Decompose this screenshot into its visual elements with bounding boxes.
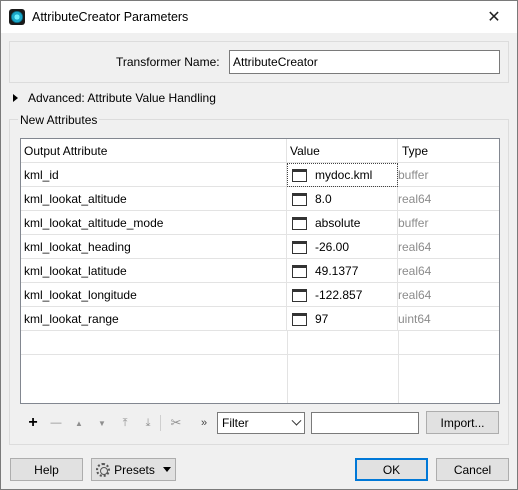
close-icon[interactable]: ✕ xyxy=(471,1,517,33)
move-down-button[interactable]: ▼ xyxy=(94,413,110,433)
move-up-button[interactable]: ▲ xyxy=(71,413,87,433)
transformer-name-input[interactable] xyxy=(229,50,500,74)
value-editor-icon[interactable] xyxy=(292,216,307,230)
column-header-value[interactable]: Value xyxy=(287,139,398,163)
attribute-value-text: -26.00 xyxy=(315,240,350,254)
fme-app-icon xyxy=(9,9,25,25)
table-header: Output Attribute Value Type xyxy=(21,139,499,163)
attribute-name-cell[interactable]: kml_lookat_altitude_mode xyxy=(21,211,287,235)
attribute-type-cell[interactable]: real64 xyxy=(398,235,499,259)
value-editor-icon[interactable] xyxy=(292,192,307,206)
attribute-type-cell[interactable]: uint64 xyxy=(398,307,499,331)
value-editor-icon[interactable] xyxy=(292,312,307,326)
move-bottom-button[interactable]: ⤓ xyxy=(140,413,156,433)
table-row[interactable]: kml_lookat_range 97 uint64 xyxy=(21,307,499,331)
table-row-empty[interactable] xyxy=(21,331,499,355)
title-bar: AttributeCreator Parameters ✕ xyxy=(1,1,517,33)
attributes-table: Output Attribute Value Type kml_id mydoc.… xyxy=(20,138,500,404)
window-title: AttributeCreator Parameters xyxy=(32,10,189,24)
attribute-value-cell[interactable]: 49.1377 xyxy=(287,259,398,283)
attribute-value-text: 97 xyxy=(315,312,329,326)
attribute-value-cell[interactable]: -26.00 xyxy=(287,235,398,259)
transformer-name-label: Transformer Name: xyxy=(116,55,220,69)
attribute-value-text: absolute xyxy=(315,216,361,230)
attribute-name-cell[interactable]: kml_lookat_heading xyxy=(21,235,287,259)
move-top-button[interactable]: ⤒ xyxy=(117,413,133,433)
more-button[interactable]: » xyxy=(196,413,212,433)
attribute-name-cell[interactable]: kml_lookat_altitude xyxy=(21,187,287,211)
attribute-value-text: 8.0 xyxy=(315,192,332,206)
attribute-name-cell[interactable]: kml_id xyxy=(21,163,287,187)
selected-cell-outline xyxy=(287,163,398,187)
import-button[interactable]: Import... xyxy=(426,411,499,434)
attribute-type-cell[interactable]: buffer xyxy=(398,211,499,235)
attribute-value-text: 49.1377 xyxy=(315,264,359,278)
dropdown-arrow-icon xyxy=(162,467,171,472)
cut-button[interactable]: ✂ xyxy=(168,413,184,433)
new-attributes-label: New Attributes xyxy=(18,113,100,127)
ok-button[interactable]: OK xyxy=(355,458,428,481)
dialog-window: AttributeCreator Parameters ✕ Transforme… xyxy=(0,0,518,490)
presets-button[interactable]: Presets xyxy=(91,458,176,481)
filter-dropdown-value: Filter xyxy=(222,416,249,430)
gear-icon xyxy=(96,462,111,477)
value-editor-icon[interactable] xyxy=(292,264,307,278)
table-row[interactable]: kml_lookat_latitude 49.1377 real64 xyxy=(21,259,499,283)
table-row[interactable]: kml_id mydoc.kml buffer xyxy=(21,163,499,187)
attribute-type-cell[interactable]: real64 xyxy=(398,283,499,307)
attribute-type-cell[interactable]: real64 xyxy=(398,259,499,283)
attribute-value-cell[interactable]: -122.857 xyxy=(287,283,398,307)
attribute-name-cell[interactable]: kml_lookat_latitude xyxy=(21,259,287,283)
table-row[interactable]: kml_lookat_heading -26.00 real64 xyxy=(21,235,499,259)
attribute-type-cell[interactable]: real64 xyxy=(398,187,499,211)
cancel-button[interactable]: Cancel xyxy=(436,458,509,481)
table-row[interactable]: kml_lookat_altitude 8.0 real64 xyxy=(21,187,499,211)
value-editor-icon[interactable] xyxy=(292,240,307,254)
attribute-value-cell[interactable]: 97 xyxy=(287,307,398,331)
presets-label: Presets xyxy=(114,462,155,477)
remove-row-button[interactable]: — xyxy=(48,413,64,433)
filter-dropdown[interactable]: Filter xyxy=(217,412,305,434)
attribute-name-cell[interactable]: kml_lookat_range xyxy=(21,307,287,331)
attribute-value-cell[interactable]: 8.0 xyxy=(287,187,398,211)
advanced-label: Advanced: Attribute Value Handling xyxy=(28,91,216,105)
value-editor-icon[interactable] xyxy=(292,288,307,302)
column-header-type[interactable]: Type xyxy=(398,139,499,163)
filter-text-input[interactable] xyxy=(311,412,419,434)
attribute-name-cell[interactable]: kml_lookat_longitude xyxy=(21,283,287,307)
table-row[interactable]: kml_lookat_altitude_mode absolute buffer xyxy=(21,211,499,235)
table-row[interactable]: kml_lookat_longitude -122.857 real64 xyxy=(21,283,499,307)
help-button[interactable]: Help xyxy=(10,458,83,481)
advanced-attribute-handling-toggle[interactable]: Advanced: Attribute Value Handling xyxy=(13,91,216,105)
attribute-value-text: -122.857 xyxy=(315,288,363,302)
expand-triangle-icon xyxy=(13,94,18,102)
attribute-type-cell[interactable]: buffer xyxy=(398,163,499,187)
chevron-down-icon xyxy=(291,415,302,426)
column-header-output-attribute[interactable]: Output Attribute xyxy=(21,139,287,163)
add-row-button[interactable]: + xyxy=(25,413,41,433)
attribute-value-cell[interactable]: absolute xyxy=(287,211,398,235)
